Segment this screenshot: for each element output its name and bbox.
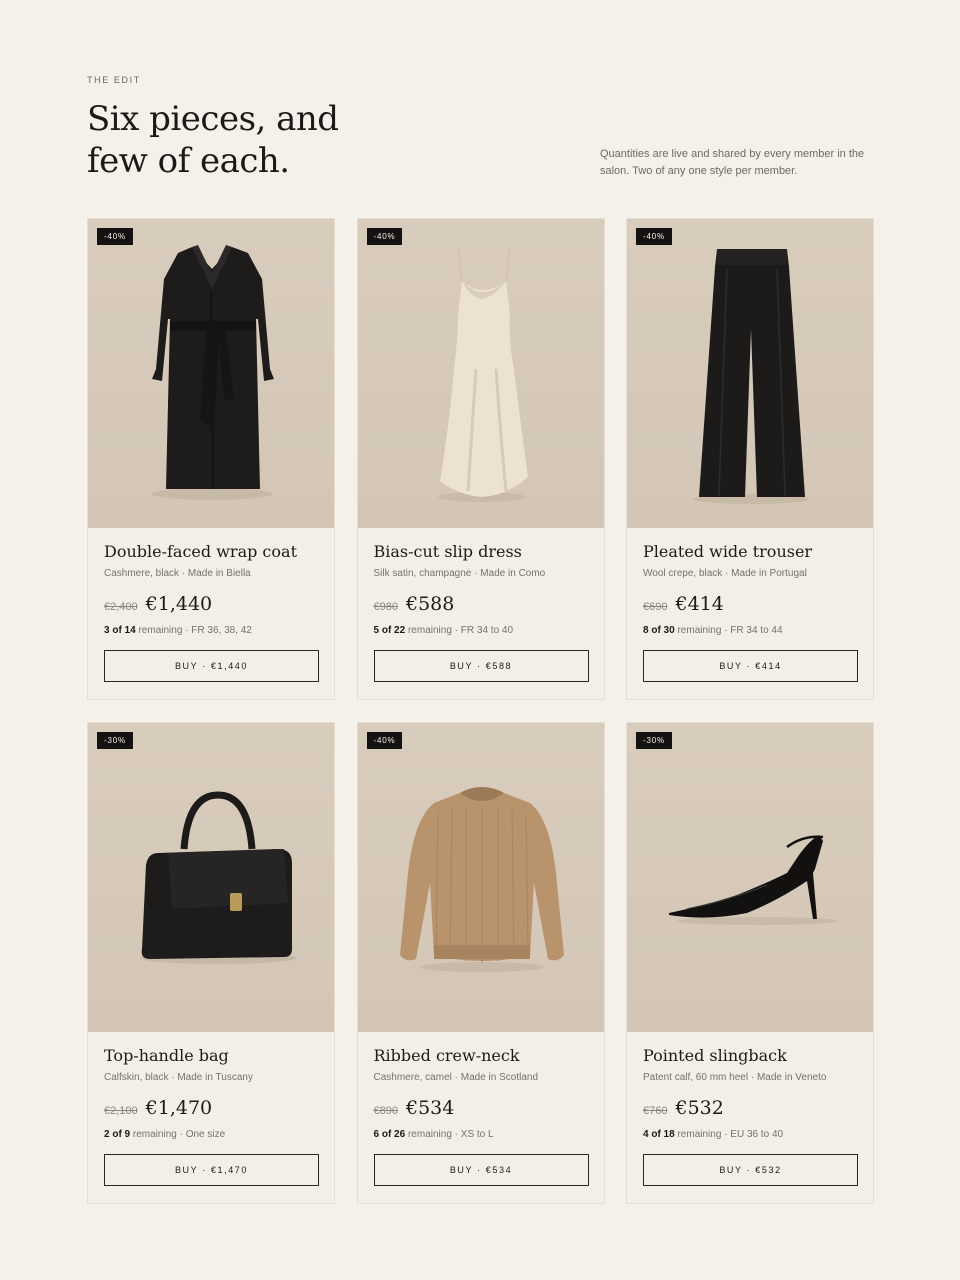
buy-button[interactable]: BUY · €534 xyxy=(373,1154,589,1186)
remaining-count: 3 of 14 xyxy=(104,625,136,636)
black-top-handle-bag-image xyxy=(140,791,296,964)
product-material: Patent calf, 60 mm heel · Made in Veneto xyxy=(643,1072,827,1083)
remaining-label: remaining xyxy=(405,625,452,636)
discount-badge: -40% xyxy=(366,732,403,749)
intro-text: Quantities are live and shared by every … xyxy=(600,148,865,177)
original-price: €2,100 xyxy=(104,1105,138,1117)
stock-info: 2 of 9 remaining · One size xyxy=(104,1129,318,1140)
remaining-label: remaining xyxy=(405,1129,452,1140)
buy-button[interactable]: BUY · €414 xyxy=(643,650,858,682)
sale-price: €414 xyxy=(675,593,724,615)
product-grid: -40% Double-faced wrap coat Cashmere, bl… xyxy=(87,218,874,1204)
sale-price: €1,470 xyxy=(145,1097,213,1119)
product-name[interactable]: Top-handle bag xyxy=(104,1046,318,1068)
size-range: · EU 36 to 40 xyxy=(721,1129,784,1140)
product-material: Wool crepe, black · Made in Portugal xyxy=(643,568,807,579)
product-material: Cashmere, camel · Made in Scotland xyxy=(373,1072,539,1083)
sale-price: €1,440 xyxy=(145,593,213,615)
size-range: · FR 34 to 40 xyxy=(451,625,514,636)
remaining-label: remaining xyxy=(130,1129,177,1140)
product-material: Calfskin, black · Made in Tuscany xyxy=(104,1072,253,1083)
sale-price: €532 xyxy=(675,1097,724,1119)
original-price: €890 xyxy=(373,1105,398,1117)
buy-button[interactable]: BUY · €1,470 xyxy=(104,1154,319,1186)
discount-badge: -30% xyxy=(636,732,672,749)
original-price: €980 xyxy=(373,601,398,613)
product-card: -40% Ribbed crew-neck Cashmere, camel · … xyxy=(356,722,605,1204)
stock-info: 6 of 26 remaining · XS to L xyxy=(374,1129,588,1140)
product-name[interactable]: Double-faced wrap coat xyxy=(104,542,318,564)
black-wrap-coat-image xyxy=(152,245,274,500)
product-card: -40% Double-faced wrap coat Cashmere, bl… xyxy=(87,218,335,700)
product-card: -30% Top-handle bag Calfskin, black · Ma… xyxy=(87,722,335,1204)
champagne-slip-dress-image xyxy=(437,246,528,502)
remaining-count: 5 of 22 xyxy=(373,625,406,636)
black-slingback-shoe-image xyxy=(669,835,837,925)
remaining-label: remaining xyxy=(135,625,183,636)
buy-button[interactable]: BUY · €532 xyxy=(643,1154,858,1186)
original-price: €760 xyxy=(643,1105,668,1117)
sale-price: €534 xyxy=(405,1097,455,1119)
product-name[interactable]: Pointed slingback xyxy=(643,1046,857,1068)
stock-info: 5 of 22 remaining · FR 34 to 40 xyxy=(374,625,588,636)
product-name[interactable]: Bias-cut slip dress xyxy=(374,542,588,564)
discount-badge: -40% xyxy=(97,228,133,245)
product-photo[interactable]: -30% xyxy=(627,723,873,1032)
remaining-count: 8 of 30 xyxy=(643,625,675,636)
remaining-label: remaining xyxy=(674,625,722,636)
product-material: Silk satin, champagne · Made in Como xyxy=(373,568,546,579)
section-eyebrow: THE EDIT xyxy=(87,75,141,85)
remaining-label: remaining xyxy=(674,1129,722,1140)
buy-button[interactable]: BUY · €588 xyxy=(373,650,589,682)
discount-badge: -40% xyxy=(636,228,672,245)
remaining-count: 6 of 26 xyxy=(373,1129,406,1140)
size-range: · XS to L xyxy=(451,1129,494,1140)
black-wide-trouser-image xyxy=(693,249,809,504)
discount-badge: -30% xyxy=(97,732,133,749)
product-card: -30% Pointed slingback Patent calf, 60 m… xyxy=(626,722,874,1204)
stock-info: 8 of 30 remaining · FR 34 to 44 xyxy=(643,625,857,636)
camel-crew-neck-image xyxy=(399,787,564,972)
product-photo[interactable]: -30% xyxy=(88,723,334,1032)
remaining-count: 2 of 9 xyxy=(104,1129,131,1140)
stock-info: 4 of 18 remaining · EU 36 to 40 xyxy=(643,1129,857,1140)
size-range: · One size xyxy=(176,1129,226,1140)
product-name[interactable]: Ribbed crew-neck xyxy=(374,1046,588,1068)
stock-info: 3 of 14 remaining · FR 36, 38, 42 xyxy=(104,625,318,636)
product-card: -40% Bias-cut slip dress Silk satin, cha… xyxy=(356,218,605,700)
buy-button[interactable]: BUY · €1,440 xyxy=(104,650,319,682)
page-title: Six pieces, and few of each. xyxy=(87,99,339,181)
size-range: · FR 36, 38, 42 xyxy=(182,625,252,636)
original-price: €2,400 xyxy=(104,601,138,613)
product-photo[interactable]: -40% xyxy=(357,219,604,528)
size-range: · FR 34 to 44 xyxy=(721,625,783,636)
product-name[interactable]: Pleated wide trouser xyxy=(643,542,857,564)
original-price: €690 xyxy=(643,601,668,613)
product-photo[interactable]: -40% xyxy=(627,219,873,528)
remaining-count: 4 of 18 xyxy=(643,1129,675,1140)
product-photo[interactable]: -40% xyxy=(357,723,604,1032)
product-photo[interactable]: -40% xyxy=(88,219,334,528)
sale-price: €588 xyxy=(405,593,455,615)
product-card: -40% Pleated wide trouser Wool crepe, bl… xyxy=(626,218,874,700)
product-material: Cashmere, black · Made in Biella xyxy=(104,568,251,579)
discount-badge: -40% xyxy=(366,228,403,245)
